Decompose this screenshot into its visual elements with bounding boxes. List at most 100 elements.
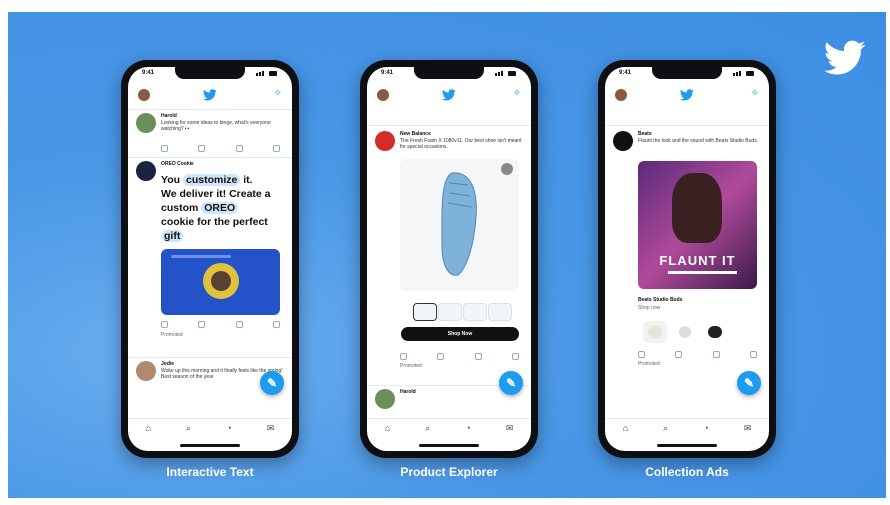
- home-icon[interactable]: ⌂: [623, 423, 628, 433]
- home-indicator: [419, 444, 479, 447]
- phone-interactive-text: 9:41 ✧ Harold Looking for some ideas to …: [121, 60, 299, 458]
- twitter-logo-icon: [442, 89, 456, 101]
- sparkle-icon[interactable]: ✧: [751, 88, 759, 99]
- tweet-actions: [161, 321, 280, 328]
- divider: [128, 157, 292, 158]
- tweet-author[interactable]: OREO Cookie: [161, 161, 194, 167]
- like-icon[interactable]: [235, 321, 243, 328]
- view-3d-icon[interactable]: [501, 163, 513, 175]
- reply-icon[interactable]: [161, 145, 168, 152]
- tweet-avatar[interactable]: [136, 361, 156, 381]
- tweet-actions: [638, 351, 757, 358]
- share-icon[interactable]: [749, 351, 757, 358]
- reply-icon[interactable]: [400, 353, 407, 360]
- retweet-icon[interactable]: [437, 353, 445, 360]
- promo-text: it.: [243, 174, 253, 186]
- bottom-nav: ⌂ ⌕ ◔ ✉: [128, 418, 292, 437]
- divider: [128, 357, 292, 358]
- product-thumbnail[interactable]: [643, 321, 667, 343]
- compose-tweet-button[interactable]: ✎: [260, 371, 284, 395]
- bottom-nav: ⌂ ⌕ ◔ ✉: [605, 418, 769, 437]
- promoted-tweet[interactable]: OREO Cookie You customize it. We deliver…: [136, 161, 284, 371]
- tweet-text: Flaunt the look and the sound with Beats…: [638, 138, 759, 144]
- product-thumbnail[interactable]: [488, 303, 512, 321]
- sparkle-icon[interactable]: ✧: [274, 88, 282, 99]
- home-icon[interactable]: ⌂: [385, 423, 390, 433]
- like-icon[interactable]: [712, 351, 720, 358]
- notifications-icon[interactable]: ◔: [226, 423, 231, 433]
- messages-icon[interactable]: ✉: [267, 423, 275, 434]
- tweet-author[interactable]: Harold: [400, 389, 416, 395]
- sparkle-icon[interactable]: ✧: [513, 88, 521, 99]
- share-icon[interactable]: [272, 145, 280, 152]
- tweet-text: The Fresh Foam X 1080v11. Our best shoe …: [400, 138, 522, 150]
- promoted-tweet[interactable]: Beats Flaunt the look and the sound with…: [613, 131, 761, 381]
- product-title: Beats Studio Buds: [638, 297, 683, 303]
- divider: [367, 125, 531, 126]
- promoted-label: Promoted: [400, 363, 422, 369]
- tweet-text: Looking for some ideas to binge, what's …: [161, 120, 271, 132]
- tweet-avatar[interactable]: [375, 131, 395, 151]
- tweet-avatar[interactable]: [136, 161, 156, 181]
- status-time: 9:41: [142, 70, 155, 76]
- messages-icon[interactable]: ✉: [744, 423, 752, 434]
- notifications-icon[interactable]: ◔: [465, 423, 470, 433]
- messages-icon[interactable]: ✉: [506, 423, 514, 434]
- tweet-avatar[interactable]: [136, 113, 156, 133]
- top-bar: ✧: [367, 85, 531, 107]
- notifications-icon[interactable]: ◔: [703, 423, 708, 433]
- hero-image[interactable]: FLAUNT IT: [638, 161, 757, 289]
- retweet-icon[interactable]: [198, 321, 206, 328]
- hero-text: FLAUNT IT: [659, 253, 736, 268]
- shop-now-button[interactable]: Shop Now: [401, 327, 519, 341]
- product-subtitle[interactable]: Shop now: [638, 305, 761, 311]
- product-thumbnail[interactable]: [463, 303, 487, 321]
- like-icon[interactable]: [235, 145, 243, 152]
- profile-avatar[interactable]: [615, 89, 627, 101]
- hashtag-pill[interactable]: gift: [161, 230, 184, 242]
- product-carousel[interactable]: [400, 159, 519, 291]
- tweet-avatar[interactable]: [613, 131, 633, 151]
- reply-icon[interactable]: [161, 321, 168, 328]
- product-thumbnail[interactable]: [673, 321, 697, 343]
- hashtag-pill[interactable]: customize: [182, 174, 241, 186]
- divider: [605, 125, 769, 126]
- tweet-actions: [161, 145, 280, 152]
- banner-background: 9:41 ✧ Harold Looking for some ideas to …: [8, 12, 886, 498]
- tweet-author[interactable]: New Balance: [400, 131, 431, 137]
- hero-underline: [668, 271, 737, 274]
- share-icon[interactable]: [511, 353, 519, 360]
- promoted-tweet[interactable]: New Balance The Fresh Foam X 1080v11. Ou…: [375, 131, 523, 371]
- tweet-author[interactable]: Harold: [161, 113, 177, 119]
- search-icon[interactable]: ⌕: [663, 423, 668, 434]
- signal-battery-icon: [733, 71, 754, 76]
- tweet-actions: [400, 353, 519, 360]
- profile-avatar[interactable]: [377, 89, 389, 101]
- interactive-text: You customize it. We deliver it! Create …: [161, 173, 280, 243]
- like-icon[interactable]: [474, 353, 482, 360]
- compose-tweet-button[interactable]: ✎: [499, 371, 523, 395]
- tweet-item[interactable]: Harold: [375, 389, 523, 409]
- hashtag-pill[interactable]: OREO: [201, 202, 239, 214]
- home-icon[interactable]: ⌂: [146, 423, 151, 433]
- promo-text: cookie for the perfect: [161, 216, 268, 228]
- profile-avatar[interactable]: [138, 89, 150, 101]
- search-icon[interactable]: ⌕: [425, 423, 430, 434]
- product-thumbnail[interactable]: [703, 321, 727, 343]
- promo-media[interactable]: [161, 249, 280, 315]
- search-icon[interactable]: ⌕: [186, 423, 191, 434]
- product-thumbnail[interactable]: [438, 303, 462, 321]
- tweet-author[interactable]: Beats: [638, 131, 652, 137]
- retweet-icon[interactable]: [198, 145, 206, 152]
- compose-tweet-button[interactable]: ✎: [737, 371, 761, 395]
- product-thumbnail[interactable]: [413, 303, 437, 321]
- retweet-icon[interactable]: [675, 351, 683, 358]
- twitter-bird-icon: [824, 40, 866, 75]
- reply-icon[interactable]: [638, 351, 645, 358]
- share-icon[interactable]: [272, 321, 280, 328]
- tweet-author[interactable]: Jodie: [161, 361, 174, 367]
- tweet-item[interactable]: Harold Looking for some ideas to binge, …: [136, 113, 284, 153]
- model-image: [672, 173, 722, 243]
- tweet-avatar[interactable]: [375, 389, 395, 409]
- status-time: 9:41: [619, 70, 632, 76]
